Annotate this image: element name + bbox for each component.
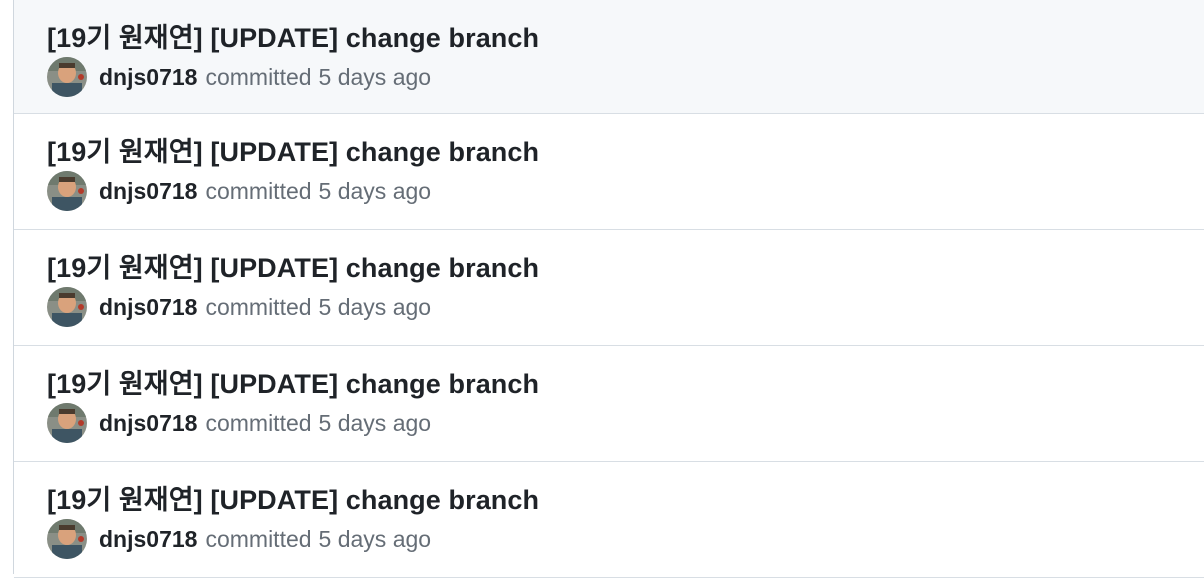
commit-author-link[interactable]: dnjs0718 [99,410,197,437]
avatar[interactable] [47,57,87,97]
user-avatar-icon [47,519,87,559]
user-avatar-icon [47,287,87,327]
avatar[interactable] [47,519,87,559]
commit-row[interactable]: [19기 원재연] [UPDATE] change branch dnjs071… [14,462,1204,578]
commit-list: [19기 원재연] [UPDATE] change branch dnjs071… [13,0,1204,578]
commit-title-link[interactable]: [19기 원재연] [UPDATE] change branch [47,16,539,55]
commit-action: committed [205,63,312,90]
commit-author-link[interactable]: dnjs0718 [99,64,197,91]
commit-time: 5 days ago [318,293,432,320]
commit-meta: dnjs0718 committed 5 days ago [47,519,431,559]
commit-row[interactable]: [19기 원재연] [UPDATE] change branch dnjs071… [14,230,1204,346]
commit-author-link[interactable]: dnjs0718 [99,178,197,205]
commit-time: 5 days ago [318,409,432,436]
commit-time: 5 days ago [318,525,432,552]
avatar[interactable] [47,287,87,327]
commit-title-link[interactable]: [19기 원재연] [UPDATE] change branch [47,130,539,169]
commit-time: 5 days ago [318,177,432,204]
avatar[interactable] [47,403,87,443]
user-avatar-icon [47,171,87,211]
user-avatar-icon [47,403,87,443]
commit-meta: dnjs0718 committed 5 days ago [47,403,431,443]
commit-action: committed [205,409,312,436]
commit-action: committed [205,177,312,204]
commit-meta: dnjs0718 committed 5 days ago [47,287,431,327]
commit-author-link[interactable]: dnjs0718 [99,526,197,553]
commit-title-link[interactable]: [19기 원재연] [UPDATE] change branch [47,478,539,517]
commit-time: 5 days ago [318,63,432,90]
commit-meta: dnjs0718 committed 5 days ago [47,171,431,211]
commit-author-link[interactable]: dnjs0718 [99,294,197,321]
commit-action: committed [205,293,312,320]
commit-row[interactable]: [19기 원재연] [UPDATE] change branch dnjs071… [14,0,1204,114]
user-avatar-icon [47,57,87,97]
commit-title-link[interactable]: [19기 원재연] [UPDATE] change branch [47,246,539,285]
commit-row[interactable]: [19기 원재연] [UPDATE] change branch dnjs071… [14,346,1204,462]
commit-row[interactable]: [19기 원재연] [UPDATE] change branch dnjs071… [14,114,1204,230]
commit-action: committed [205,525,312,552]
commit-title-link[interactable]: [19기 원재연] [UPDATE] change branch [47,362,539,401]
avatar[interactable] [47,171,87,211]
commit-meta: dnjs0718 committed 5 days ago [47,57,431,97]
